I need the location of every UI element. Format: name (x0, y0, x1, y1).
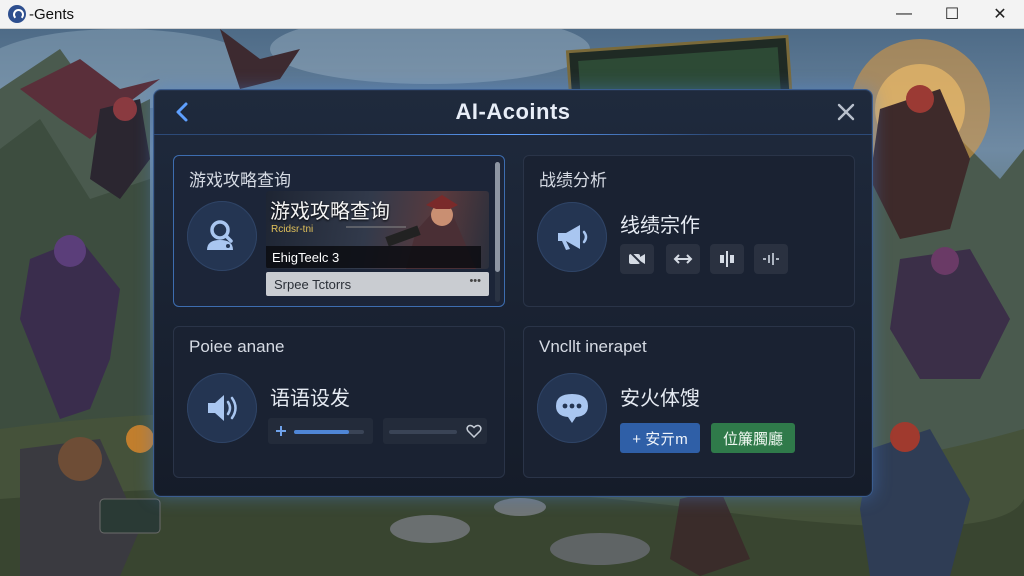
banner-subtitle: Rcidsr-tni (271, 224, 314, 235)
dialog-title: AI-Acoints (455, 99, 571, 124)
card-voice-settings[interactable]: Poiee anane 语语设发 (173, 326, 505, 478)
slider-track[interactable] (389, 430, 457, 434)
arrows-icon (673, 254, 693, 264)
megaphone-icon (537, 202, 607, 272)
split-icon (720, 251, 734, 267)
card-subtitle: 线绩宗作 (620, 215, 700, 237)
confirm-button[interactable]: 位簾臅廳 (711, 423, 795, 453)
heart-icon[interactable] (466, 424, 482, 438)
ai-agents-dialog: AI-Acoints 游戏攻略查询 游戏攻略查询 Rcidsr-tni Ehig… (153, 89, 873, 497)
close-window-button[interactable]: ✕ (976, 0, 1024, 28)
card-game-strategy[interactable]: 游戏攻略查询 游戏攻略查询 Rcidsr-tni EhigTeelc 3 Srp… (173, 155, 505, 307)
slider-fill (294, 430, 349, 434)
select-value: Srpee Tctorrs (274, 276, 352, 292)
speaker-icon (187, 373, 257, 443)
user-search-icon (187, 201, 257, 271)
dialog-header: AI-Acoints (154, 90, 872, 135)
split-button[interactable] (710, 244, 744, 274)
camera-mute-button[interactable] (620, 244, 654, 274)
camera-mute-icon (629, 251, 645, 267)
chat-bubble-icon (537, 373, 607, 443)
minimize-button[interactable]: — (880, 0, 928, 28)
slider-track[interactable] (294, 430, 364, 434)
card-title: 游戏攻略查询 (189, 171, 291, 190)
card-interpreter[interactable]: Vncllt inerapet 安火体馊 + 安亓m 位簾臅廳 (523, 326, 855, 478)
waveform-icon (763, 253, 779, 265)
maximize-button[interactable]: ☐ (928, 0, 976, 28)
card-subtitle: 语语设发 (270, 388, 350, 410)
strategy-select[interactable]: Srpee Tctorrs ••• (266, 272, 489, 296)
card-title: 战绩分析 (539, 171, 607, 190)
strategy-hero-banner[interactable]: 游戏攻略查询 Rcidsr-tni EhigTeelc 3 (266, 191, 489, 269)
banner-title: 游戏攻略查询 (270, 201, 390, 223)
close-icon (837, 103, 855, 121)
close-dialog-button[interactable] (834, 100, 858, 124)
more-dots-icon: ••• (469, 275, 481, 287)
card-title: Vncllt inerapet (539, 337, 647, 356)
window-title: -Gents (29, 5, 75, 23)
add-button[interactable]: + 安亓m (620, 423, 700, 453)
banner-row-label: EhigTeelc 3 (266, 246, 481, 268)
plus-icon (276, 426, 286, 436)
app-logo-icon (8, 5, 26, 23)
secondary-slider[interactable] (383, 418, 487, 444)
volume-slider[interactable] (268, 418, 373, 444)
scrollbar-thumb[interactable] (495, 162, 500, 272)
card-record-analysis[interactable]: 战绩分析 线绩宗作 (523, 155, 855, 307)
arrows-button[interactable] (666, 244, 700, 274)
waveform-button[interactable] (754, 244, 788, 274)
card-title: Poiee anane (189, 337, 285, 356)
window-controls: — ☐ ✕ (880, 0, 1024, 28)
card-subtitle: 安火体馊 (620, 388, 700, 410)
window-titlebar: -Gents — ☐ ✕ (0, 0, 1024, 29)
card-scrollbar[interactable] (495, 162, 500, 302)
